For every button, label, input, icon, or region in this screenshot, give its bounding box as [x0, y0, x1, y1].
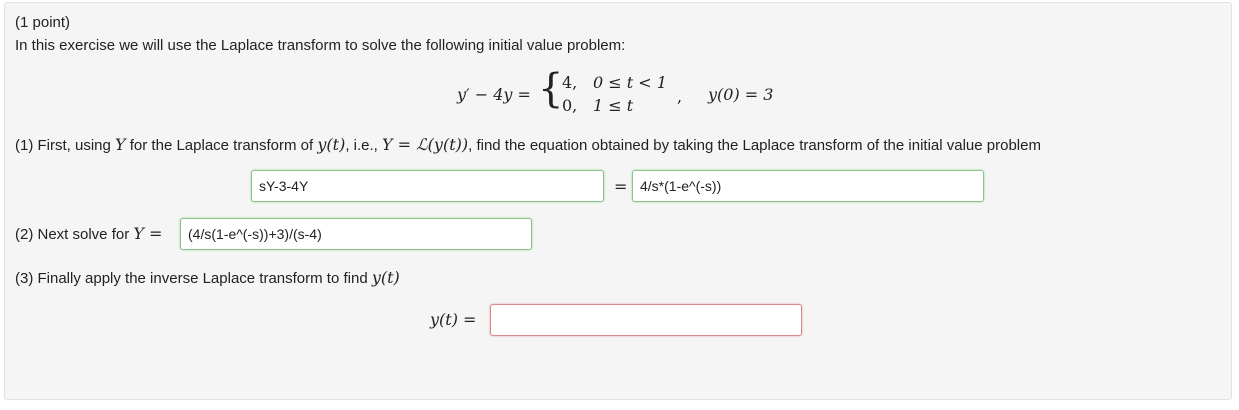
part1-mid1: for the Laplace transform of	[125, 137, 318, 154]
problem-panel: (1 point) In this exercise we will use t…	[4, 2, 1232, 400]
part1-Y: Y	[115, 135, 126, 154]
part3-yt-label: y(t) =	[430, 310, 477, 329]
part1-mid2: , i.e.,	[345, 137, 382, 154]
part1-lhs-input[interactable]: sY-3-4Y	[251, 170, 604, 202]
part1-suffix: , find the equation obtained by taking t…	[468, 137, 1041, 154]
case2-condition: 1 ≤ t	[593, 96, 634, 115]
equation-comma: ,	[677, 87, 683, 106]
part2-prefix: (2) Next solve for	[15, 226, 134, 243]
part1-equals: =	[614, 177, 628, 196]
part3-prefix: (3) Finally apply the inverse Laplace tr…	[15, 270, 372, 287]
case1-condition: 0 ≤ t < 1	[593, 73, 667, 92]
part1-yt: y(t)	[317, 135, 346, 154]
part1-rhs-input[interactable]: 4/s*(1-e^(-s))	[632, 170, 984, 202]
left-brace: {	[538, 66, 564, 112]
equation-lhs: y′ − 4y =	[457, 85, 531, 104]
part2-Y-input[interactable]: (4/s(1-e^(-s))+3)/(s-4)	[180, 218, 532, 250]
part3-yt-input[interactable]	[490, 304, 802, 336]
part2-Y-equals: Y =	[133, 224, 163, 243]
problem-intro: In this exercise we will use the Laplace…	[15, 37, 626, 54]
points-label: (1 point)	[15, 14, 71, 31]
part3-yt: y(t)	[371, 268, 400, 287]
part1-definition: Y = ℒ(y(t))	[382, 135, 469, 154]
initial-condition: y(0) = 3	[708, 85, 774, 104]
case1-value: 4,	[562, 73, 578, 92]
part2-instruction: (2) Next solve for Y =	[15, 224, 162, 243]
part1-instruction: (1) First, using Y for the Laplace trans…	[15, 135, 1041, 154]
part3-instruction: (3) Finally apply the inverse Laplace tr…	[15, 268, 400, 287]
case2-value: 0,	[562, 96, 578, 115]
part1-prefix: (1) First, using	[15, 137, 116, 154]
